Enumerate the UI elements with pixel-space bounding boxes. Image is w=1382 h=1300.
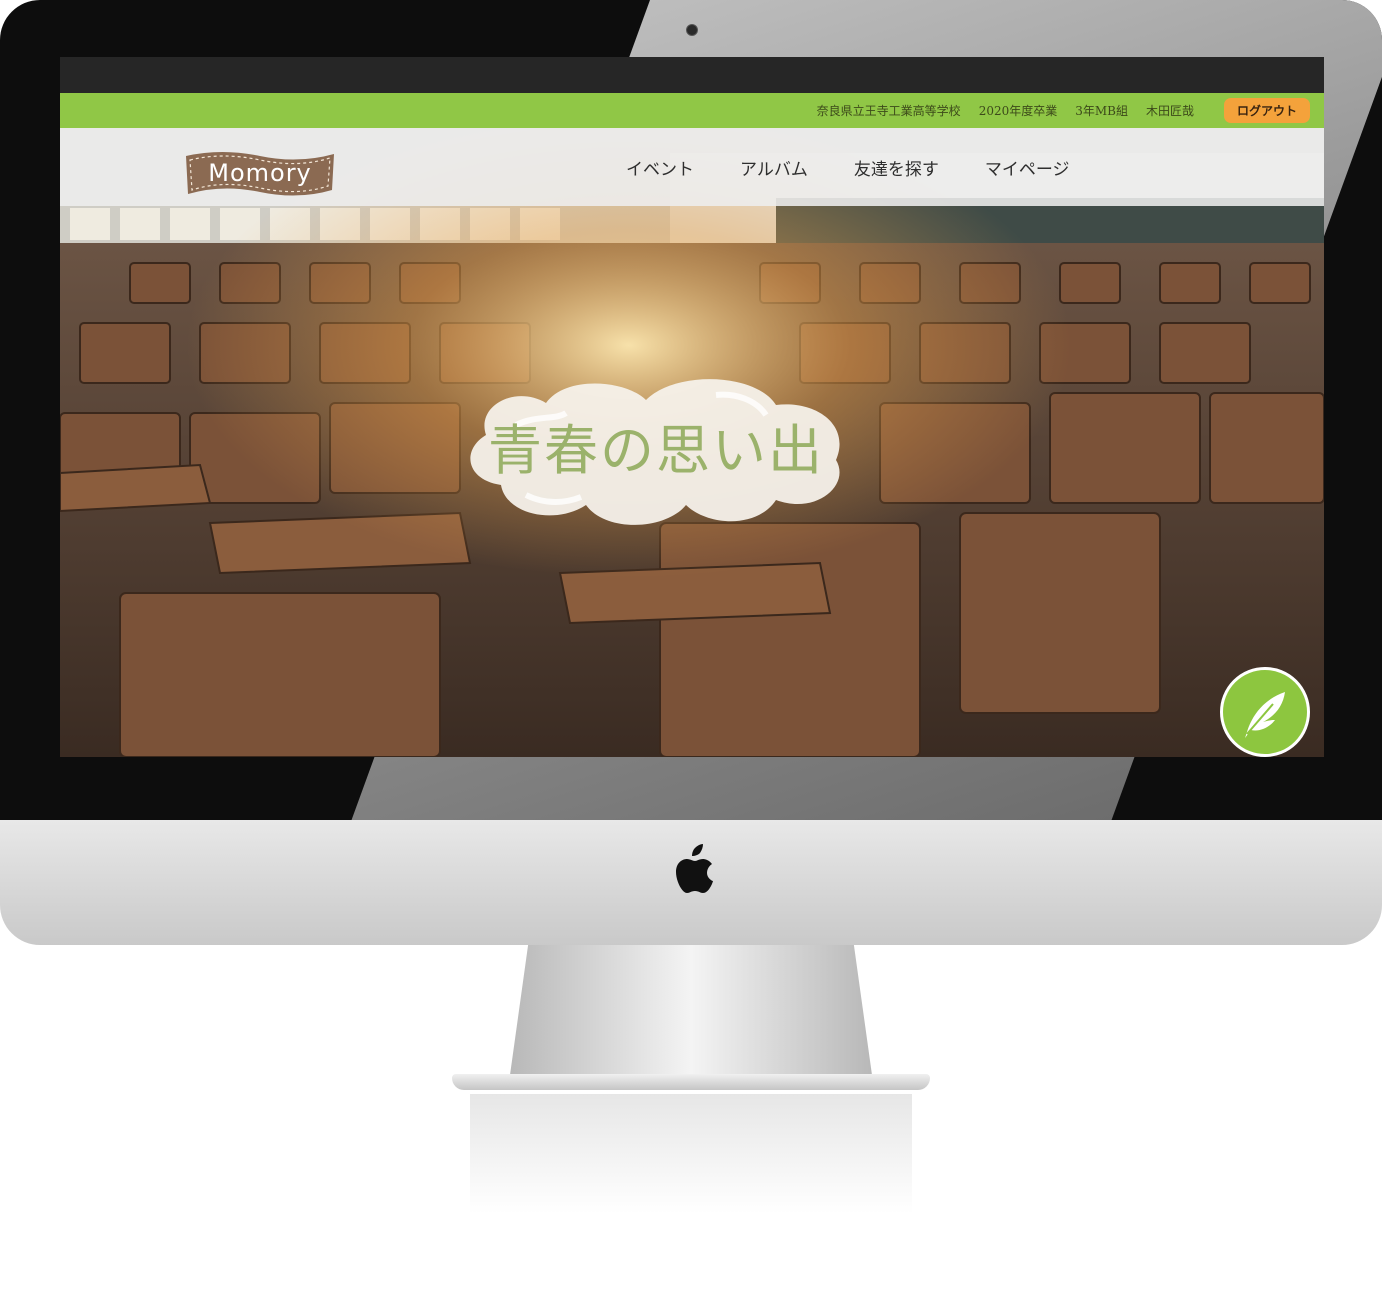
nav-item-album[interactable]: アルバム: [740, 155, 808, 180]
logout-button[interactable]: ログアウト: [1224, 98, 1310, 123]
user-name: 木田匠哉: [1145, 104, 1194, 118]
class-name: 3年MB組: [1075, 104, 1128, 118]
camera-icon: [686, 24, 698, 36]
nav-item-mypage[interactable]: マイページ: [985, 155, 1070, 180]
school-name: 奈良県立王寺工業高等学校: [816, 104, 961, 118]
nav-item-event[interactable]: イベント: [626, 155, 694, 180]
logo-text: Momory: [208, 159, 312, 187]
user-info-bar: 奈良県立王寺工業高等学校 2020年度卒業 3年MB組 木田匠哉 ログアウト: [60, 93, 1324, 128]
imac-foot: [452, 1074, 930, 1090]
hero-headline: 青春の思い出: [488, 418, 824, 482]
hero-headline-area: 青春の思い出: [456, 365, 856, 535]
imac-frame: 奈良県立王寺工業高等学校 2020年度卒業 3年MB組 木田匠哉 ログアウト M…: [0, 0, 1382, 1214]
hero-section: 奈良県立王寺工業高等学校 2020年度卒業 3年MB組 木田匠哉 ログアウト M…: [60, 93, 1324, 757]
stand-reflection: [470, 1094, 912, 1214]
momory-logo[interactable]: Momory: [182, 146, 338, 204]
website-screen: 奈良県立王寺工業高等学校 2020年度卒業 3年MB組 木田匠哉 ログアウト M…: [60, 57, 1324, 757]
quill-icon: [1245, 692, 1285, 738]
apple-logo-icon: [676, 844, 713, 893]
nav-item-find-friends[interactable]: 友達を探す: [854, 155, 939, 180]
write-button[interactable]: [1220, 667, 1310, 757]
graduation-year: 2020年度卒業: [978, 104, 1058, 118]
user-info: 奈良県立王寺工業高等学校 2020年度卒業 3年MB組 木田匠哉: [817, 102, 1194, 119]
main-navbar: Momory イベント アルバム 友達を探す マイページ: [60, 128, 1324, 206]
browser-bar: [60, 57, 1324, 93]
nav-menu: イベント アルバム 友達を探す マイページ: [626, 128, 1070, 206]
imac-stand: [510, 945, 872, 1075]
